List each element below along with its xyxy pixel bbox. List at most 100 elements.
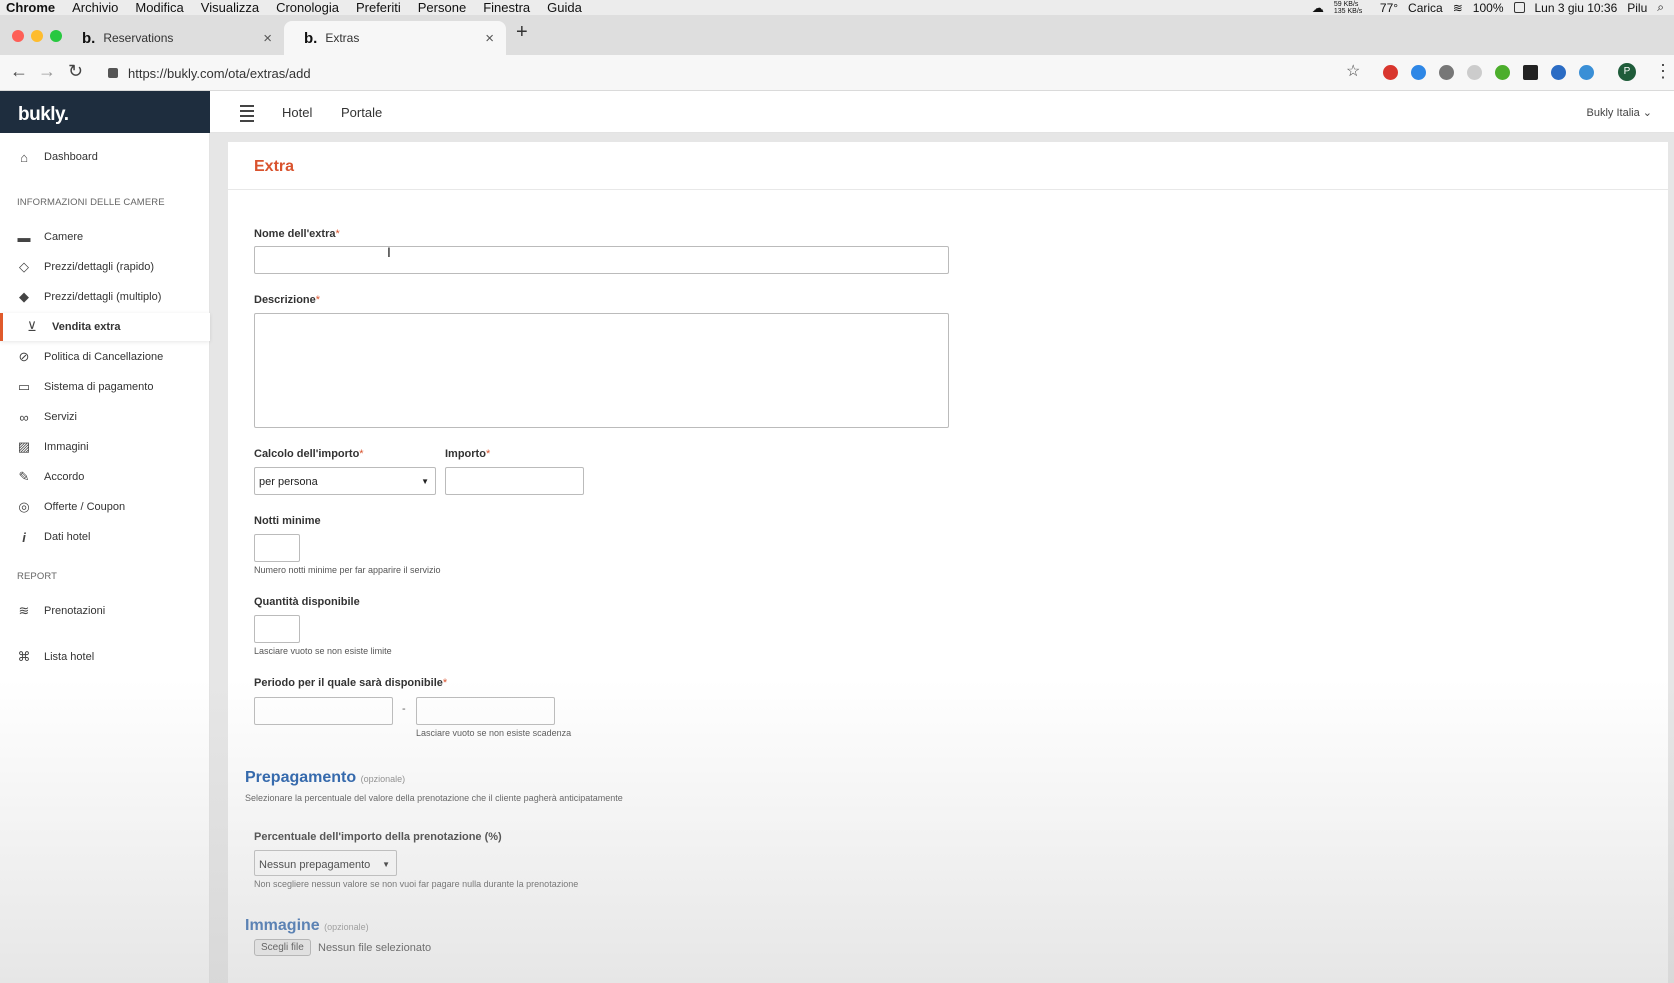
close-tab-icon[interactable]: × [485, 30, 494, 47]
back-icon[interactable]: ← [10, 61, 28, 82]
sidebar-item-label: Immagini [44, 441, 89, 453]
temperature: 77° [1379, 0, 1399, 15]
sidebar-item-camere[interactable]: ▬ Camere [0, 223, 210, 251]
cloud-icon[interactable]: ☁ [1312, 1, 1324, 15]
tab-extras[interactable]: b. Extras × [284, 21, 506, 55]
credit-card-icon: ▭ [17, 379, 31, 394]
sidebar-item-dati-hotel[interactable]: i Dati hotel [0, 523, 210, 551]
sidebar-item-label: Vendita extra [52, 321, 121, 333]
user-dropdown[interactable]: Bukly Italia ⌄ [1587, 106, 1652, 119]
window-maximize-icon[interactable] [50, 30, 62, 42]
layers-icon: ≋ [18, 603, 30, 618]
cart-icon: ⊻ [27, 319, 37, 334]
tab-reservations[interactable]: b. Reservations × [62, 21, 284, 55]
extension-adblock-icon[interactable] [1383, 65, 1398, 80]
sidebar-item-prezzi-multiplo[interactable]: ◆ Prezzi/dettagli (multiplo) [0, 283, 210, 311]
text-cursor-icon: I [387, 244, 391, 260]
pen-icon: ✎ [18, 469, 30, 484]
sidebar-item-label: Accordo [44, 471, 85, 483]
sidebar-item-accordo[interactable]: ✎ Accordo [0, 463, 210, 491]
sidebar-item-lista-hotel[interactable]: ⌘ Lista hotel [0, 643, 210, 671]
menu-cronologia[interactable]: Cronologia [276, 0, 339, 15]
sidebar-item-label: Dati hotel [44, 531, 91, 543]
sidebar-item-servizi[interactable]: ∞ Servizi [0, 403, 210, 431]
extension-chat-icon[interactable] [1411, 65, 1426, 80]
hamburger-menu-icon[interactable] [240, 105, 254, 125]
calc-select[interactable]: per persona ▼ [254, 467, 436, 495]
page-title: Extra [254, 158, 295, 175]
menu-guida[interactable]: Guida [547, 0, 582, 15]
sidebar-item-prezzi-rapido[interactable]: ◇ Prezzi/dettagli (rapido) [0, 253, 210, 281]
profile-avatar[interactable]: P [1618, 63, 1636, 81]
sidebar-item-pagamento[interactable]: ▭ Sistema di pagamento [0, 373, 210, 401]
required-mark: * [335, 228, 340, 240]
sidebar-item-label: Camere [44, 231, 84, 243]
period-help: Lasciare vuoto se non esiste scadenza [416, 728, 572, 738]
menu-preferiti[interactable]: Preferiti [356, 0, 401, 15]
menu-persone[interactable]: Persone [418, 0, 466, 15]
window-minimize-icon[interactable] [31, 30, 43, 42]
extension-icon[interactable] [1551, 65, 1566, 80]
min-nights-label: Notti minime [254, 515, 321, 527]
tab-title: Reservations [103, 31, 174, 45]
home-icon: ⌂ [20, 149, 28, 165]
user-name[interactable]: Pilu [1627, 1, 1647, 15]
image-title-text: Immagine [245, 917, 320, 934]
extension-check-icon[interactable] [1495, 65, 1510, 80]
image-optional: (opzionale) [324, 922, 369, 932]
more-menu-icon[interactable]: ⋮ [1654, 61, 1672, 82]
topnav-portale[interactable]: Portale [341, 105, 382, 120]
bed-icon: ▬ [17, 229, 31, 245]
sidebar-item-dashboard[interactable]: ⌂ Dashboard [0, 143, 210, 171]
forward-icon[interactable]: → [38, 61, 56, 82]
period-end-input[interactable] [416, 697, 555, 725]
description-textarea[interactable] [254, 313, 949, 428]
sidebar-item-prenotazioni[interactable]: ≋ Prenotazioni [0, 597, 210, 625]
chevron-down-icon: ⌄ [1642, 107, 1652, 119]
period-start-input[interactable] [254, 697, 393, 725]
min-nights-input[interactable] [254, 534, 300, 562]
brand-logo[interactable]: bukly. [0, 91, 210, 133]
extension-icon[interactable] [1523, 65, 1538, 80]
tag-outline-icon: ◇ [19, 259, 29, 274]
spotlight-icon[interactable]: ⌕ [1657, 0, 1664, 15]
browser-toolbar: ← → ↻ https://bukly.com/ota/extras/add ☆… [0, 55, 1674, 91]
close-tab-icon[interactable]: × [263, 30, 272, 47]
menu-archivio[interactable]: Archivio [72, 0, 118, 15]
choose-file-button[interactable]: Scegli file [254, 939, 311, 956]
url-text: https://bukly.com/ota/extras/add [128, 65, 311, 81]
extension-shield-icon[interactable] [1467, 65, 1482, 80]
menubar-status-area: ☁ 59 KB/s 135 KB/s 77° Carica ≋ 100% Lun… [1312, 0, 1664, 15]
topnav-hotel[interactable]: Hotel [282, 105, 312, 120]
power-label: Carica [1408, 0, 1443, 15]
quantity-label: Quantità disponibile [254, 596, 360, 608]
menu-visualizza[interactable]: Visualizza [201, 0, 259, 15]
sidebar-item-cancellazione[interactable]: ⊘ Politica di Cancellazione [0, 343, 210, 371]
reload-icon[interactable]: ↻ [68, 61, 83, 82]
new-tab-button[interactable]: + [516, 21, 528, 44]
menu-app-name[interactable]: Chrome [6, 0, 55, 15]
extension-cloud-icon[interactable] [1579, 65, 1594, 80]
sidebar-item-vendita-extra[interactable]: ⊻ Vendita extra [0, 313, 210, 341]
sidebar-item-offerte[interactable]: ◎ Offerte / Coupon [0, 493, 210, 521]
sidebar-item-label: Dashboard [44, 151, 98, 163]
extension-icon[interactable] [1439, 65, 1454, 80]
prepayment-select[interactable]: Nessun prepagamento ▼ [254, 850, 397, 876]
menu-modifica[interactable]: Modifica [135, 0, 183, 15]
description-label-text: Descrizione [254, 294, 316, 306]
active-indicator [0, 313, 3, 341]
battery-icon[interactable] [1513, 2, 1525, 13]
extra-name-input[interactable] [254, 246, 949, 274]
period-label: Periodo per il quale sarà disponibile* [254, 677, 447, 689]
wifi-icon[interactable]: ≋ [1453, 1, 1463, 15]
prepayment-optional: (opzionale) [360, 774, 406, 784]
sidebar-item-immagini[interactable]: ▨ Immagini [0, 433, 210, 461]
window-close-icon[interactable] [12, 30, 24, 42]
menu-finestra[interactable]: Finestra [483, 0, 530, 15]
amount-input[interactable] [445, 467, 584, 495]
address-bar[interactable]: https://bukly.com/ota/extras/add [100, 60, 1370, 86]
quantity-input[interactable] [254, 615, 300, 643]
datetime[interactable]: Lun 3 giu 10:36 [1535, 1, 1618, 15]
bookmark-star-icon[interactable]: ☆ [1346, 61, 1360, 81]
sidebar-item-label: Servizi [44, 411, 78, 423]
